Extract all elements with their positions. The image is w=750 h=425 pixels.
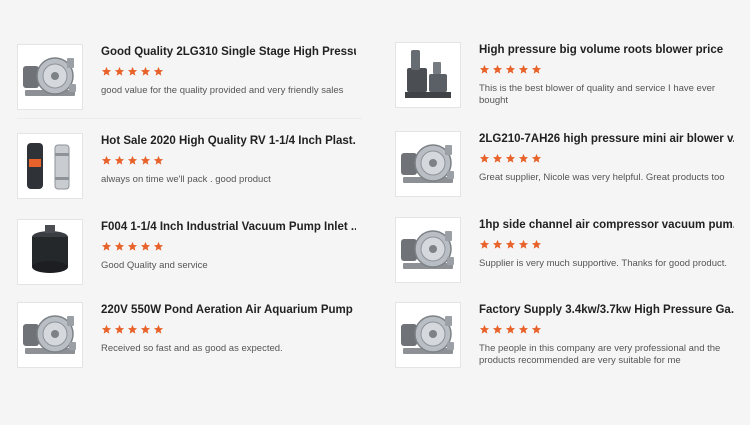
review-comment: Supplier is very much supportive. Thanks… [479,258,728,269]
product-title-link[interactable]: High pressure big volume roots blower pr… [479,43,734,57]
review-comment: This is the best blower of quality and s… [479,83,716,106]
product-title-link[interactable]: Hot Sale 2020 High Quality RV 1-1/4 Inch… [101,134,356,148]
review-comment: Received so fast and as good as expected… [101,343,283,354]
roots-blower-icon [405,50,451,98]
star-icon [531,153,542,163]
star-icon [101,155,112,165]
review-comment: Good Quality and service [101,260,208,271]
star-icon [479,239,490,249]
product-title-link[interactable]: F004 1-1/4 Inch Industrial Vacuum Pump I… [101,220,356,234]
star-icon [101,324,112,334]
star-icon [531,239,542,249]
star-icon [492,153,503,163]
star-icon [127,241,138,251]
rating-stars [101,66,164,79]
star-icon [127,66,138,76]
review-comment: good value for the quality provided and … [101,85,344,96]
ring-blower-icon [401,144,454,183]
product-title-link[interactable]: 1hp side channel air compressor vacuum p… [479,218,734,232]
review-comment: always on time we'll pack . good product [101,174,271,185]
ring-blower-icon [23,315,76,354]
star-icon [479,64,490,74]
review-card[interactable]: High pressure big volume roots blower pr… [395,42,745,114]
ring-blower-icon [401,315,454,354]
star-icon [140,155,151,165]
star-icon [140,241,151,251]
star-icon [531,64,542,74]
product-thumbnail[interactable] [17,219,83,285]
star-icon [505,324,516,334]
star-icon [153,241,164,251]
star-icon [505,239,516,249]
product-title-link[interactable]: 220V 550W Pond Aeration Air Aquarium Pum… [101,303,356,317]
rating-stars [479,153,542,166]
product-title-link[interactable]: Factory Supply 3.4kw/3.7kw High Pressure… [479,303,734,317]
review-card[interactable]: 220V 550W Pond Aeration Air Aquarium Pum… [17,302,367,374]
star-icon [127,155,138,165]
product-title-link[interactable]: Good Quality 2LG310 Single Stage High Pr… [101,45,356,59]
star-icon [114,324,125,334]
star-icon [479,324,490,334]
rating-stars [479,64,542,77]
star-icon [492,239,503,249]
star-icon [153,155,164,165]
rating-stars [101,324,164,337]
product-thumbnail[interactable] [17,133,83,199]
star-icon [101,66,112,76]
star-icon [153,324,164,334]
filter-icon [32,225,68,273]
star-icon [518,324,529,334]
star-icon [492,324,503,334]
product-thumbnail[interactable] [395,131,461,197]
review-card[interactable]: F004 1-1/4 Inch Industrial Vacuum Pump I… [17,219,367,291]
star-icon [140,324,151,334]
product-thumbnail[interactable] [395,42,461,108]
star-icon [531,324,542,334]
product-thumbnail[interactable] [395,302,461,368]
star-icon [127,324,138,334]
rating-stars [101,241,164,254]
star-icon [114,155,125,165]
star-icon [518,153,529,163]
star-icon [101,241,112,251]
divider [17,118,362,119]
review-card[interactable]: 1hp side channel air compressor vacuum p… [395,217,745,289]
star-icon [114,241,125,251]
rating-stars [101,155,164,168]
star-icon [518,239,529,249]
review-comment: The people in this company are very prof… [479,343,721,366]
product-thumbnail[interactable] [395,217,461,283]
star-icon [518,64,529,74]
star-icon [505,64,516,74]
ring-blower-icon [23,57,76,96]
ring-blower-icon [401,230,454,269]
star-icon [140,66,151,76]
review-card[interactable]: 2LG210-7AH26 high pressure mini air blow… [395,131,745,203]
star-icon [505,153,516,163]
valve-icon [27,143,70,190]
star-icon [114,66,125,76]
star-icon [492,64,503,74]
product-thumbnail[interactable] [17,44,83,110]
review-card[interactable]: Factory Supply 3.4kw/3.7kw High Pressure… [395,302,745,374]
product-title-link[interactable]: 2LG210-7AH26 high pressure mini air blow… [479,132,734,146]
star-icon [153,66,164,76]
product-thumbnail[interactable] [17,302,83,368]
star-icon [479,153,490,163]
review-comment: Great supplier, Nicole was very helpful.… [479,172,725,183]
rating-stars [479,239,542,252]
review-card[interactable]: Hot Sale 2020 High Quality RV 1-1/4 Inch… [17,133,367,205]
rating-stars [479,324,542,337]
reviews-grid: Good Quality 2LG310 Single Stage High Pr… [0,0,750,425]
review-card[interactable]: Good Quality 2LG310 Single Stage High Pr… [17,44,367,119]
